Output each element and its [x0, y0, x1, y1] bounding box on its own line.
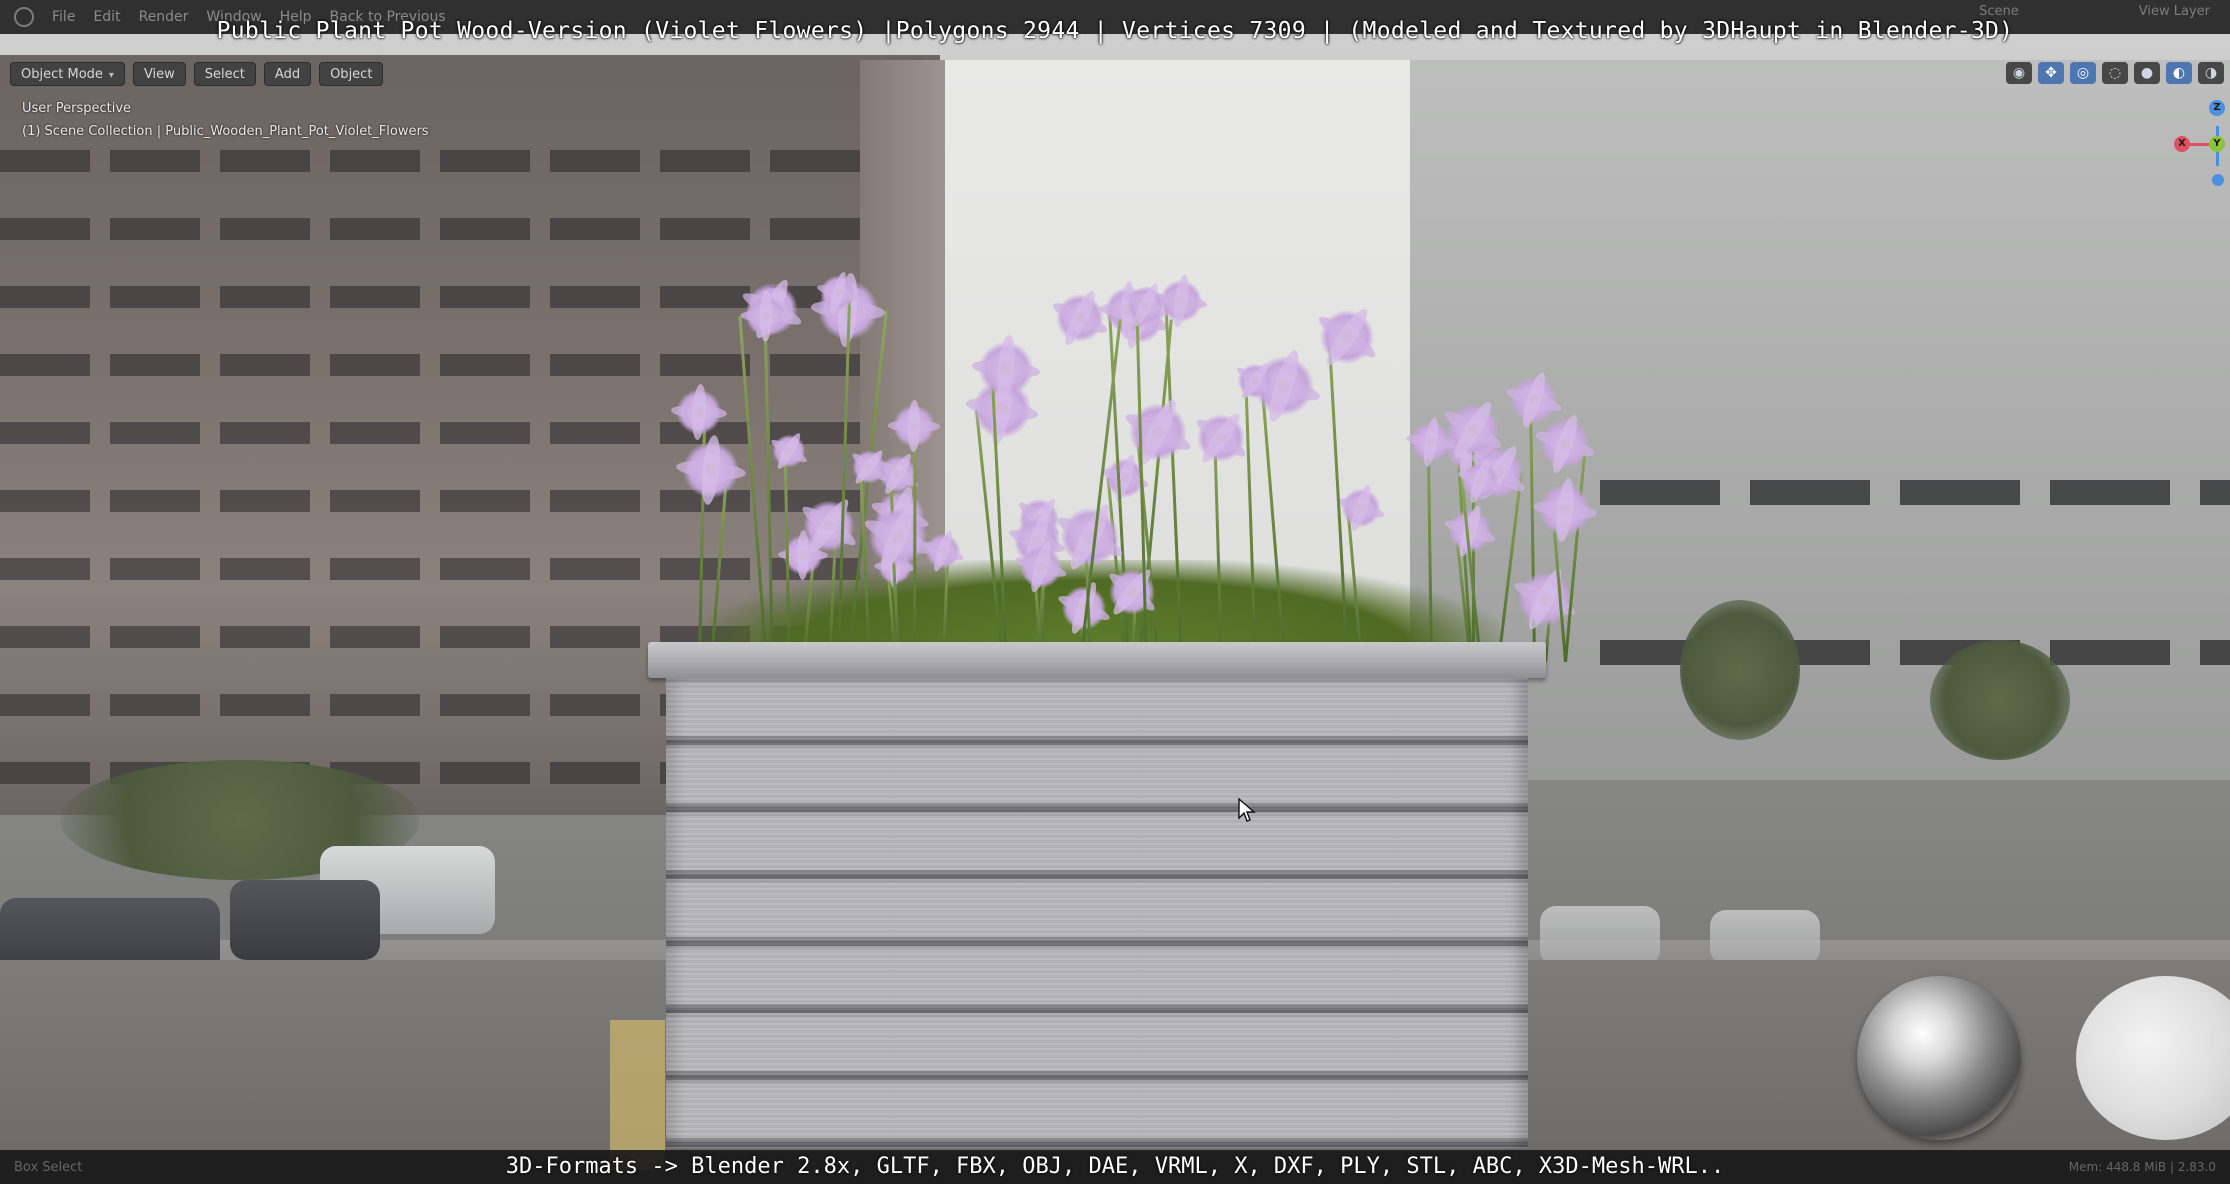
object-mode-select[interactable]: Object Mode ▾	[10, 62, 125, 86]
parked-car	[230, 880, 380, 960]
hdri-preview-chrome-sphere	[1857, 976, 2021, 1140]
formats-overlay: 3D-Formats -> Blender 2.8x, GLTF, FBX, O…	[505, 1154, 1725, 1179]
menu-window[interactable]: Window	[206, 9, 261, 25]
x-axis-icon[interactable]: X	[2174, 136, 2190, 152]
view-layer-selector[interactable]: View Layer	[2139, 4, 2210, 19]
perspective-label: User Perspective	[22, 101, 132, 116]
parking-line	[610, 1020, 665, 1170]
menu-render[interactable]: Render	[139, 9, 189, 25]
background-tree	[1680, 600, 1800, 740]
background-tree	[1930, 640, 2070, 760]
mouse-cursor-icon	[1238, 798, 1256, 822]
y-axis-icon[interactable]: Y	[2209, 136, 2225, 152]
object-menu-button[interactable]: Object	[319, 62, 384, 86]
parked-car	[1540, 906, 1660, 966]
violet-flower	[892, 404, 935, 447]
rendered-shading-icon[interactable]: ◑	[2198, 62, 2224, 84]
flower-stem	[912, 424, 917, 662]
add-menu-button[interactable]: Add	[263, 62, 312, 86]
navigation-gizmo[interactable]: Z X Y	[2160, 100, 2230, 190]
viewport-info: User Perspective (1) Scene Collection | …	[22, 97, 429, 143]
view-menu-button[interactable]: View	[132, 62, 186, 86]
viewport-shading-tools: ◉ ✥ ◎ ◌ ● ◐ ◑	[2006, 62, 2224, 84]
select-menu-button[interactable]: Select	[193, 62, 256, 86]
chevron-down-icon: ▾	[108, 70, 114, 81]
wood-grain	[666, 678, 1528, 1148]
neg-z-axis-icon[interactable]	[2212, 174, 2224, 186]
back-to-previous-button[interactable]: Back to Previous	[330, 9, 446, 25]
solid-shading-icon[interactable]: ●	[2134, 62, 2160, 84]
viewport-header: Object Mode ▾ View Select Add Object	[10, 62, 384, 86]
z-axis-icon[interactable]: Z	[2209, 100, 2225, 116]
blender-logo-icon[interactable]	[14, 7, 34, 27]
menu-edit[interactable]: Edit	[93, 9, 120, 25]
violet-flower	[745, 294, 787, 337]
scene-selector[interactable]: Scene	[1979, 4, 2019, 19]
collection-label: (1) Scene Collection | Public_Wooden_Pla…	[22, 124, 429, 139]
menu-file[interactable]: File	[52, 9, 75, 25]
3d-viewport[interactable]	[0, 0, 2230, 1184]
planter-rim	[648, 642, 1546, 678]
menu-help[interactable]: Help	[280, 9, 312, 25]
wireframe-shading-icon[interactable]: ◌	[2102, 62, 2128, 84]
overlay-icon[interactable]: ◎	[2070, 62, 2096, 84]
material-shading-icon[interactable]: ◐	[2166, 62, 2192, 84]
eye-icon[interactable]: ◉	[2006, 62, 2032, 84]
object-mode-label: Object Mode	[21, 67, 103, 82]
header-right: Scene View Layer	[1979, 4, 2210, 19]
main-menu: File Edit Render Window Help Back to Pre…	[14, 0, 446, 34]
parked-car	[1710, 910, 1820, 965]
gizmo-icon[interactable]: ✥	[2038, 62, 2064, 84]
